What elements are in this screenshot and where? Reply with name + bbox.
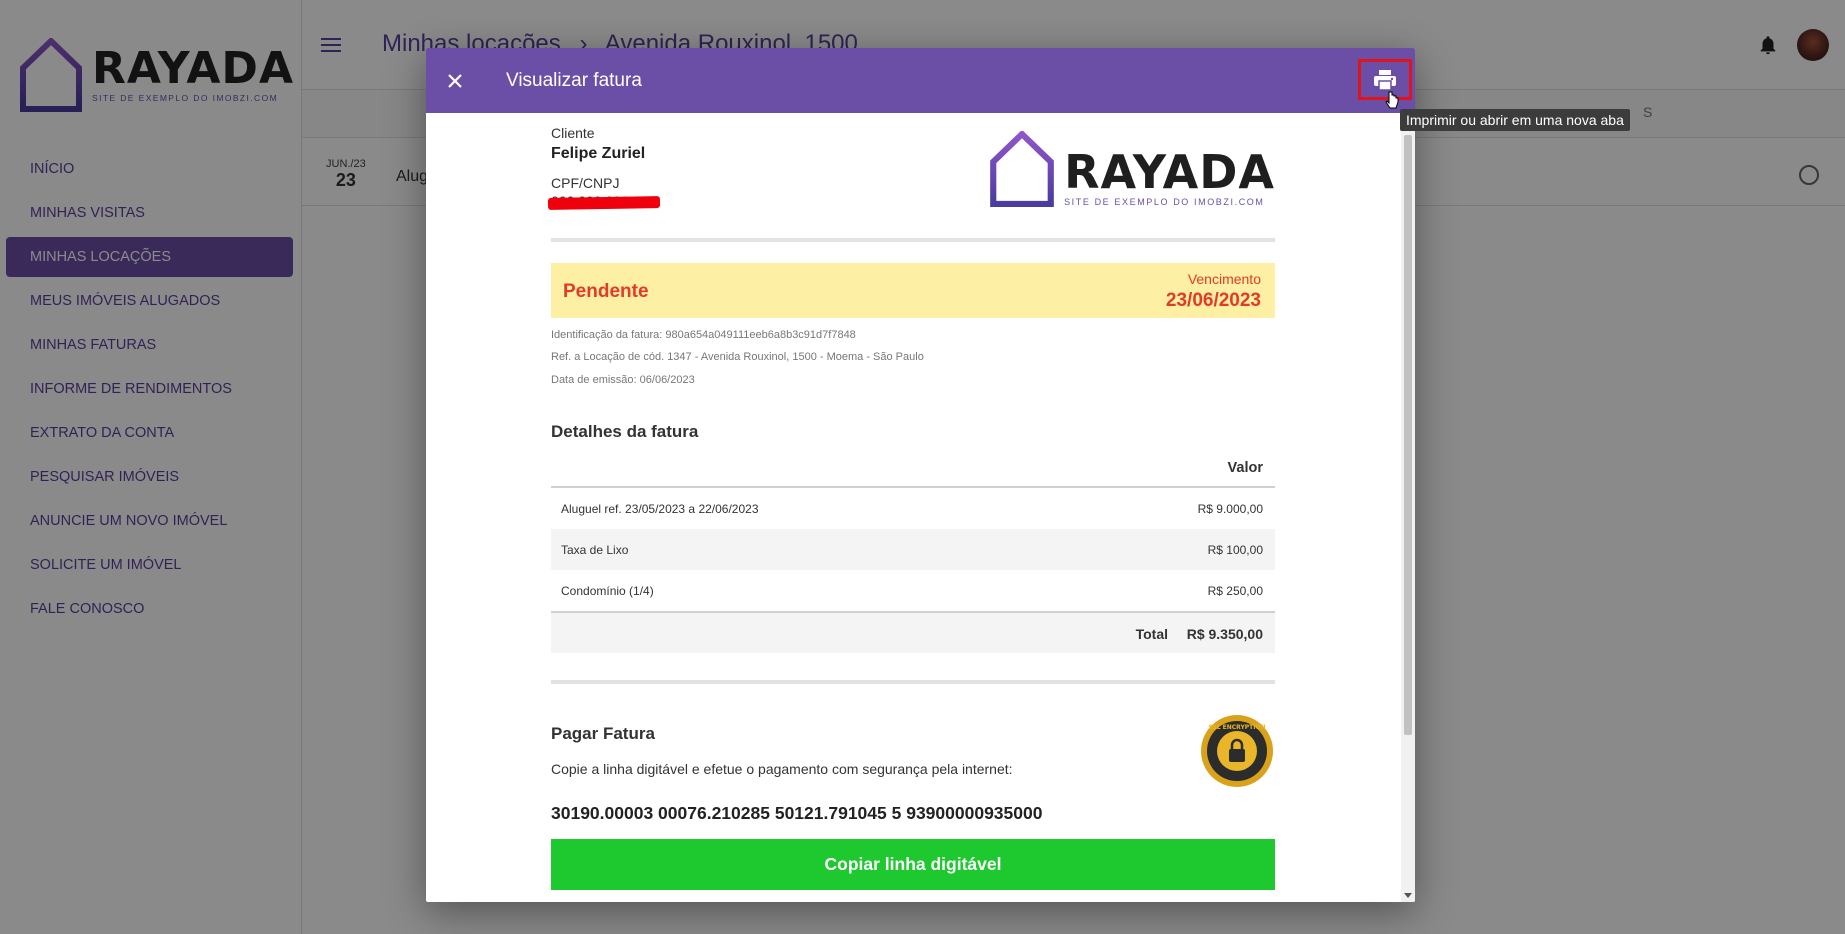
print-tooltip: Imprimir ou abrir em uma nova aba — [1400, 109, 1630, 131]
printer-icon — [1374, 69, 1396, 91]
barcode-line[interactable]: 30190.00003 00076.210285 50121.791045 5 … — [551, 803, 1042, 824]
pay-instructions: Copie a linha digitável e efetue o pagam… — [551, 761, 1013, 777]
total-value: R$ 9.350,00 — [1186, 626, 1263, 642]
pay-title: Pagar Fatura — [551, 724, 655, 743]
total-label: Total — [1135, 626, 1168, 642]
table-row: Taxa de Lixo R$ 100,00 — [551, 529, 1275, 570]
redaction-mark — [547, 196, 661, 210]
invoice-logo: RAYADA SITE DE EXEMPLO DO IMOBZI.COM — [990, 131, 1275, 207]
issue-date: Data de emissão: 06/06/2023 — [551, 374, 695, 386]
scrollbar-thumb[interactable] — [1404, 135, 1412, 735]
table-total-row: Total R$ 9.350,00 — [551, 611, 1275, 653]
close-icon — [448, 74, 462, 88]
table-header: Valor — [551, 450, 1275, 488]
item-value: R$ 250,00 — [1207, 584, 1263, 598]
ssl-seal-text: SSL ENCRYPTION — [1208, 724, 1265, 731]
divider — [551, 238, 1275, 242]
mouse-pointer-icon — [1385, 91, 1399, 109]
invoice-reference: Ref. a Locação de cód. 1347 - Avenida Ro… — [551, 351, 924, 363]
ssl-seal-icon: SSL ENCRYPTION — [1201, 715, 1273, 787]
table-row: Condomínio (1/4) R$ 250,00 — [551, 570, 1275, 611]
copy-barcode-button[interactable]: Copiar linha digitável — [551, 839, 1275, 890]
item-description: Condomínio (1/4) — [561, 584, 654, 598]
status-banner: Pendente Vencimento 23/06/2023 — [551, 263, 1275, 318]
scroll-down-arrow-icon[interactable] — [1404, 893, 1412, 898]
house-logo-icon — [990, 131, 1054, 207]
invoice-id: Identificação da fatura: 980a654a049111e… — [551, 329, 856, 341]
invoice-table: Valor Aluguel ref. 23/05/2023 a 22/06/20… — [551, 450, 1275, 653]
client-label: Cliente — [551, 125, 595, 141]
scrollbar[interactable] — [1401, 113, 1415, 902]
item-value: R$ 9.000,00 — [1197, 502, 1263, 516]
dialog-header: Visualizar fatura — [426, 48, 1415, 113]
document-label: CPF/CNPJ — [551, 175, 620, 191]
item-description: Aluguel ref. 23/05/2023 a 22/06/2023 — [561, 502, 759, 516]
dialog-title: Visualizar fatura — [506, 70, 642, 91]
table-row: Aluguel ref. 23/05/2023 a 22/06/2023 R$ … — [551, 488, 1275, 529]
client-name: Felipe Zuriel — [551, 145, 646, 162]
due-date-value: 23/06/2023 — [1165, 290, 1261, 311]
details-title: Detalhes da fatura — [551, 422, 699, 441]
due-date-label: Vencimento — [1187, 271, 1261, 287]
status-badge: Pendente — [563, 281, 649, 302]
value-column-header: Valor — [1227, 460, 1263, 476]
invoice-dialog: Visualizar fatura Cliente Felipe Zuriel … — [426, 48, 1415, 902]
dialog-body: Cliente Felipe Zuriel CPF/CNPJ 000.000.0… — [426, 113, 1401, 902]
invoice-brand-tagline: SITE DE EXEMPLO DO IMOBZI.COM — [1064, 197, 1265, 207]
divider — [551, 680, 1275, 684]
close-button[interactable] — [440, 66, 470, 96]
invoice-brand-name: RAYADA — [1064, 145, 1275, 199]
item-description: Taxa de Lixo — [561, 543, 629, 557]
item-value: R$ 100,00 — [1207, 543, 1263, 557]
